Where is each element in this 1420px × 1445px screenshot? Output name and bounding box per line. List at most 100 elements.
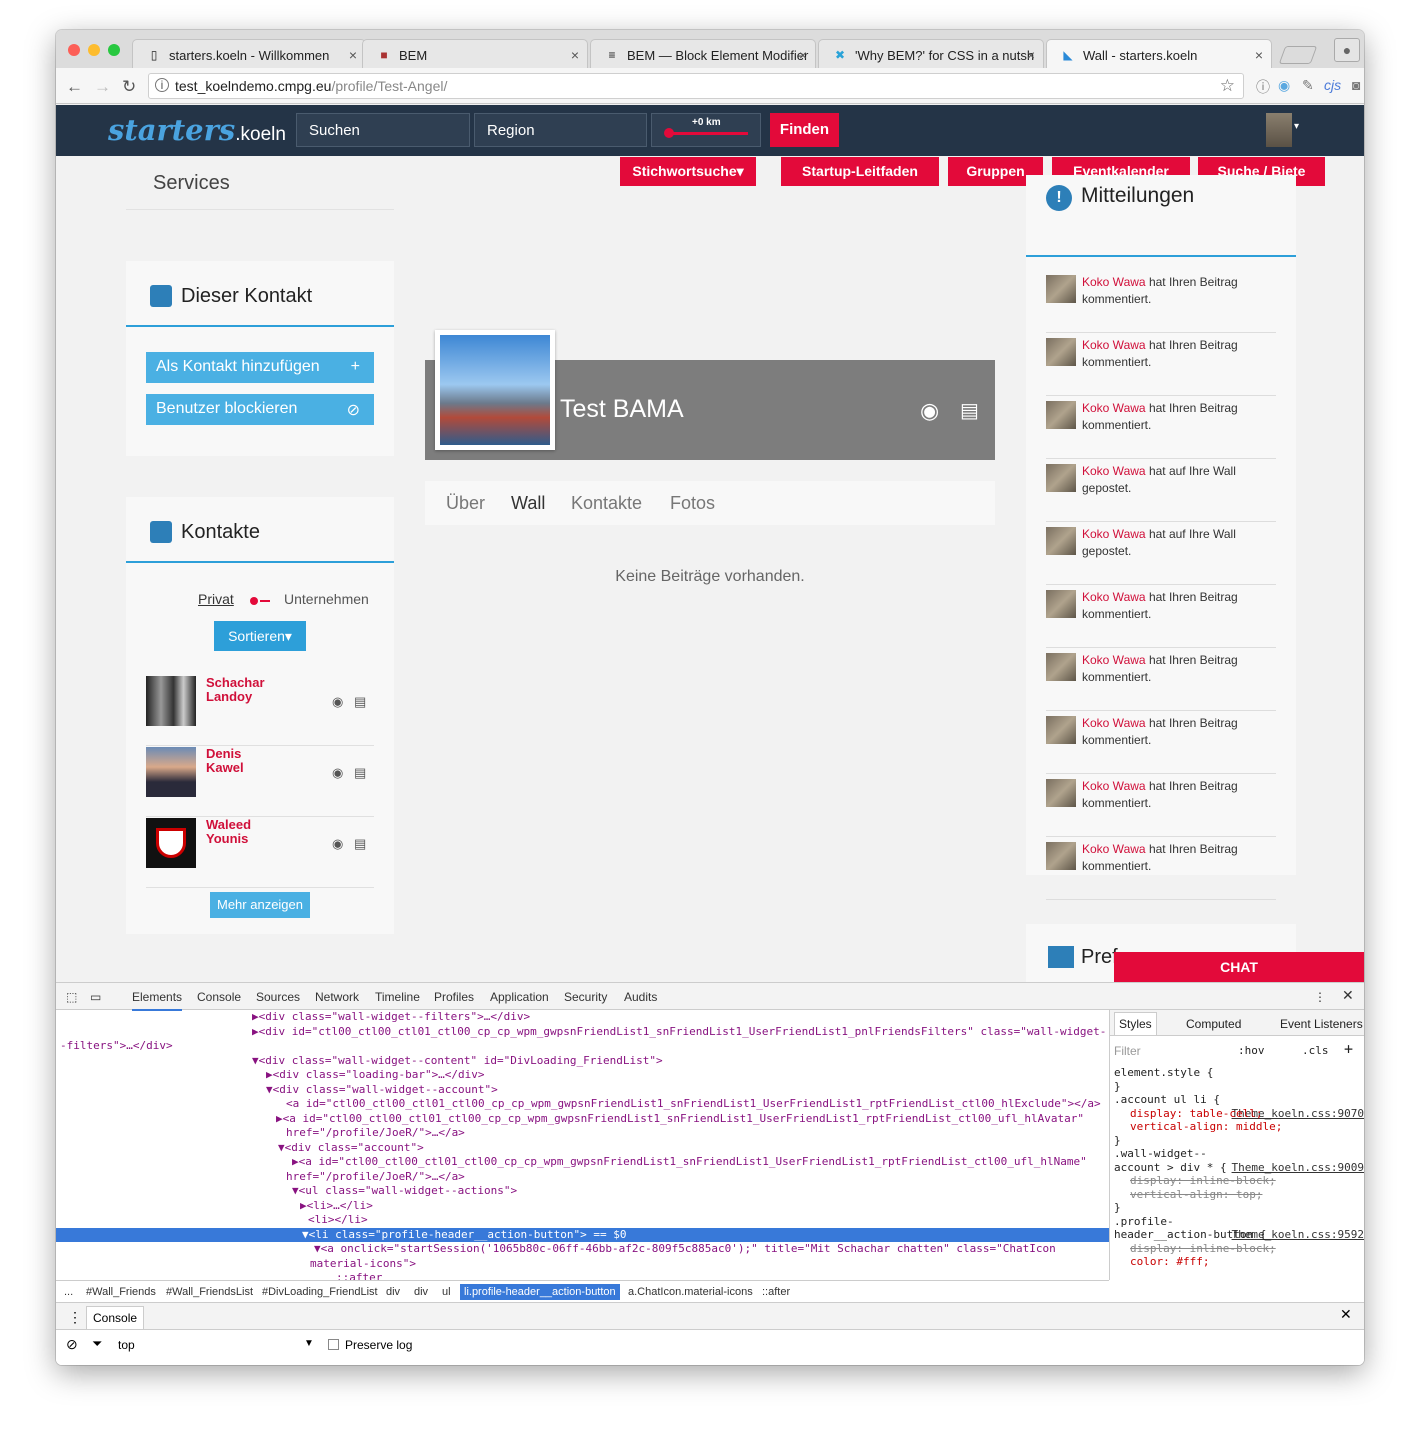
browser-tab-active[interactable]: ◣ Wall - starters.koeln × <box>1046 39 1272 69</box>
close-tab-icon[interactable]: × <box>349 47 357 63</box>
new-tab-button[interactable] <box>1278 46 1318 64</box>
dom-node-line[interactable]: ▶<div id="ctl00_ctl00_ctl01_ctl00_cp_cp_… <box>56 1025 1109 1040</box>
preserve-log-checkbox[interactable] <box>328 1339 339 1350</box>
close-drawer-icon[interactable]: ✕ <box>1340 1306 1352 1323</box>
styles-filter-input[interactable]: Filter <box>1114 1044 1141 1058</box>
add-rule-icon[interactable]: + <box>1344 1040 1353 1058</box>
avatar[interactable] <box>1046 590 1076 618</box>
close-tab-icon[interactable]: × <box>571 47 579 63</box>
info-icon[interactable]: i <box>155 78 169 92</box>
notification-item[interactable]: Koko Wawa hat auf Ihre Wall gepostet. <box>1046 459 1276 522</box>
avatar[interactable] <box>1046 527 1076 555</box>
dom-node-line[interactable]: ▶<div class="loading-bar">…</div> <box>56 1068 1109 1083</box>
dom-node-line[interactable]: ▼<a onclick="startSession('1065b80c-06ff… <box>56 1242 1109 1257</box>
url-field[interactable]: i test_koelndemo.cmpg.eu/profile/Test-An… <box>148 73 1244 99</box>
message-icon[interactable]: ▤ <box>960 398 979 423</box>
avatar[interactable] <box>146 676 196 726</box>
contact-name[interactable]: Denis Kawel <box>206 747 286 775</box>
breadcrumb-item[interactable]: ... <box>64 1286 73 1298</box>
notification-user[interactable]: Koko Wawa <box>1082 653 1146 667</box>
extension-circle-icon[interactable]: ◉ <box>1278 77 1290 94</box>
notification-item[interactable]: Koko Wawa hat auf Ihre Wall gepostet. <box>1046 522 1276 585</box>
site-logo[interactable]: starters.koeln <box>108 113 286 147</box>
notification-item[interactable]: Koko Wawa hat Ihren Beitrag kommentiert. <box>1046 396 1276 459</box>
chevron-down-icon[interactable]: ▾ <box>1294 121 1299 132</box>
distance-slider[interactable]: +0 km <box>651 113 761 147</box>
tab-photos[interactable]: Fotos <box>670 493 715 514</box>
avatar[interactable] <box>1046 653 1076 681</box>
avatar[interactable] <box>1046 779 1076 807</box>
breadcrumb-item[interactable]: ::after <box>762 1286 790 1298</box>
dom-node-line[interactable]: href="/profile/JoeR/">…</a> <box>56 1126 1109 1141</box>
slider-handle[interactable] <box>664 128 674 138</box>
search-input[interactable]: Suchen <box>296 113 470 147</box>
close-tab-icon[interactable]: × <box>1255 47 1263 63</box>
show-more-button[interactable]: Mehr anzeigen <box>210 892 310 918</box>
profile-picture[interactable] <box>435 330 555 450</box>
breadcrumb-item[interactable]: #Wall_FriendsList <box>166 1286 253 1298</box>
breadcrumb-item[interactable]: #Wall_Friends <box>86 1286 156 1298</box>
more-vert-icon[interactable]: ⋮ <box>1314 990 1326 1004</box>
region-input[interactable]: Region <box>474 113 647 147</box>
avatar[interactable] <box>1046 464 1076 492</box>
extension-camera-icon[interactable]: ◙ <box>1352 77 1360 93</box>
notification-user[interactable]: Koko Wawa <box>1082 590 1146 604</box>
inspect-icon[interactable]: ⬚ <box>66 990 77 1004</box>
contact-name[interactable]: Schachar Landoy <box>206 676 286 704</box>
close-devtools-icon[interactable]: ✕ <box>1342 987 1354 1004</box>
notification-user[interactable]: Koko Wawa <box>1082 338 1146 352</box>
notification-user[interactable]: Koko Wawa <box>1082 779 1146 793</box>
minimize-window-button[interactable] <box>88 44 100 56</box>
dom-node-line[interactable]: ::after <box>56 1271 1109 1280</box>
dom-node-line[interactable]: <li></li> <box>56 1213 1109 1228</box>
dom-node-line[interactable]: <a id="ctl00_ctl00_ctl01_ctl00_cp_cp_wpm… <box>56 1097 1109 1112</box>
event-listeners-tab[interactable]: Event Listeners <box>1280 1017 1363 1031</box>
toggle-company-label[interactable]: Unternehmen <box>284 591 369 607</box>
dom-node-line[interactable]: ▼<div class="account"> <box>56 1141 1109 1156</box>
close-tab-icon[interactable]: × <box>1027 47 1035 63</box>
notification-item[interactable]: Koko Wawa hat Ihren Beitrag kommentiert. <box>1046 711 1276 774</box>
notification-item[interactable]: Koko Wawa hat Ihren Beitrag kommentiert. <box>1046 648 1276 711</box>
private-company-toggle[interactable] <box>250 597 272 605</box>
chat-icon[interactable]: ▤ <box>354 694 366 710</box>
breadcrumb-item[interactable]: ul <box>442 1286 451 1298</box>
user-avatar[interactable] <box>1266 113 1292 147</box>
browser-tab[interactable]: ■ BEM × <box>362 39 588 69</box>
devtools-tab-application[interactable]: Application <box>490 990 549 1004</box>
notification-item[interactable]: Koko Wawa hat Ihren Beitrag kommentiert. <box>1046 585 1276 648</box>
tab-about[interactable]: Über <box>446 493 485 514</box>
device-icon[interactable]: ▭ <box>90 990 101 1004</box>
avatar[interactable] <box>146 818 196 868</box>
avatar[interactable] <box>146 747 196 797</box>
notification-user[interactable]: Koko Wawa <box>1082 716 1146 730</box>
notification-item[interactable]: Koko Wawa hat Ihren Beitrag kommentiert. <box>1046 774 1276 837</box>
forward-arrow-icon[interactable]: → <box>94 77 111 97</box>
notification-user[interactable]: Koko Wawa <box>1082 275 1146 289</box>
notification-user[interactable]: Koko Wawa <box>1082 401 1146 415</box>
avatar[interactable] <box>1046 338 1076 366</box>
dom-node-line[interactable]: ▼<ul class="wall-widget--actions"> <box>56 1184 1109 1199</box>
dom-node-line[interactable]: -filters">…</div> <box>56 1039 1109 1054</box>
notification-user[interactable]: Koko Wawa <box>1082 464 1146 478</box>
record-icon[interactable]: ◉ <box>332 694 343 710</box>
tab-wall[interactable]: Wall <box>511 493 545 514</box>
context-select[interactable]: top <box>118 1338 135 1352</box>
browser-tab[interactable]: ≡ BEM — Block Element Modifier × <box>590 39 816 69</box>
devtools-tab-profiles[interactable]: Profiles <box>434 990 474 1004</box>
notification-item[interactable]: Koko Wawa hat Ihren Beitrag kommentiert. <box>1046 837 1276 900</box>
profile-user-icon[interactable]: ● <box>1334 38 1360 62</box>
extension-pen-icon[interactable]: ✎ <box>1302 77 1314 94</box>
breadcrumb-item[interactable]: #DivLoading_FriendList <box>262 1286 378 1298</box>
dom-node-line[interactable]: ▶<a id="ctl00_ctl00_ctl01_ctl00_cp_cp_wp… <box>56 1155 1109 1170</box>
filter-icon[interactable]: ⏷ <box>92 1336 102 1352</box>
breadcrumb-item[interactable]: div <box>386 1286 400 1298</box>
dom-node-line[interactable]: ▼<div class="wall-widget--content" id="D… <box>56 1054 1109 1069</box>
breadcrumb-item[interactable]: div <box>414 1286 428 1298</box>
contact-name[interactable]: Waleed Younis <box>206 818 286 846</box>
class-toggle[interactable]: .cls <box>1302 1044 1329 1057</box>
notification-item[interactable]: Koko Wawa hat Ihren Beitrag kommentiert. <box>1046 333 1276 396</box>
more-vert-icon[interactable]: ⋮ <box>68 1309 82 1326</box>
console-tab[interactable]: Console <box>86 1306 145 1329</box>
avatar[interactable] <box>1046 842 1076 870</box>
extension-cjs-icon[interactable]: cjs <box>1324 77 1341 93</box>
